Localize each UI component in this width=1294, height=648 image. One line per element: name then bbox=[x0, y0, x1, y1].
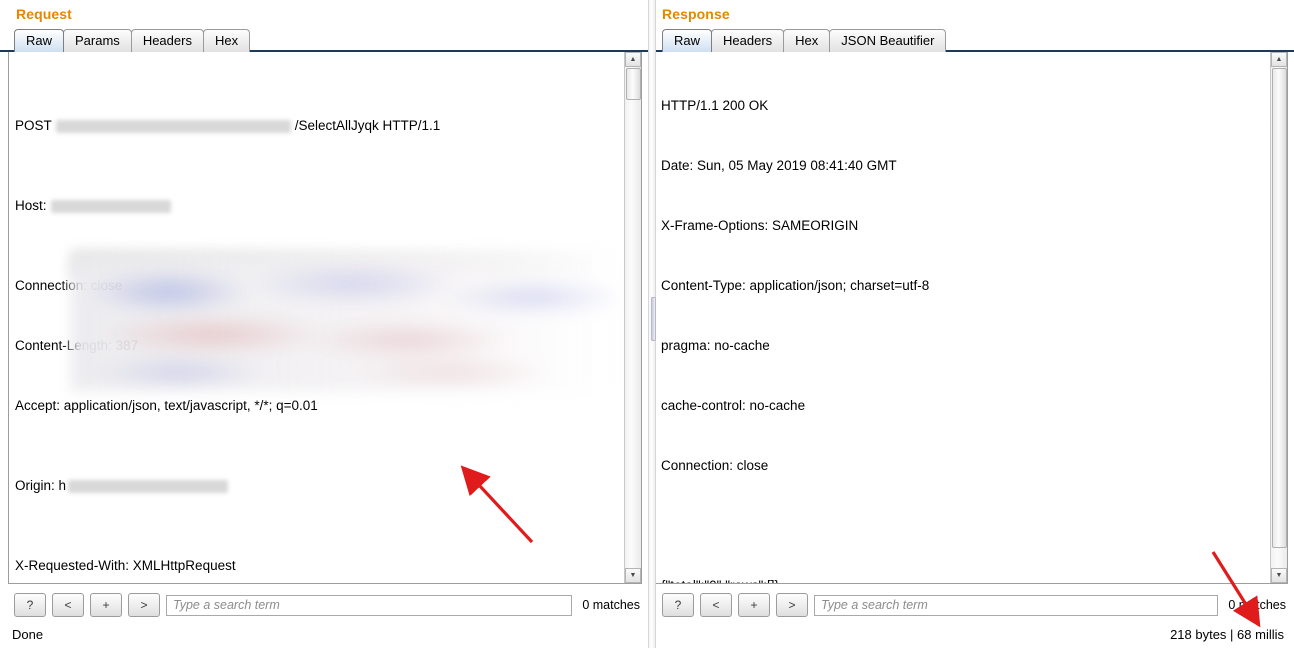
response-body-container: HTTP/1.1 200 OK Date: Sun, 05 May 2019 0… bbox=[654, 52, 1288, 584]
response-search-prev-button[interactable]: < bbox=[700, 593, 732, 617]
header-accept: Accept: application/json, text/javascrip… bbox=[15, 398, 318, 413]
response-search-next-button[interactable]: > bbox=[776, 593, 808, 617]
header-origin-key: Origin: h bbox=[15, 478, 67, 493]
header-host: Host: bbox=[15, 196, 620, 216]
redacted-url bbox=[55, 119, 291, 133]
response-status-bar: 218 bytes | 68 millis bbox=[1170, 626, 1284, 642]
tab-request-params[interactable]: Params bbox=[63, 29, 132, 52]
request-status-bar: Done bbox=[12, 626, 44, 642]
request-tabstrip: Raw Params Headers Hex bbox=[0, 25, 648, 52]
scroll-down-arrow-icon[interactable]: ▼ bbox=[625, 568, 641, 583]
redaction-blur-top bbox=[71, 250, 616, 276]
response-raw-text[interactable]: HTTP/1.1 200 OK Date: Sun, 05 May 2019 0… bbox=[655, 52, 1270, 583]
request-panel: Request Raw Params Headers Hex POST/Sele… bbox=[0, 0, 648, 648]
tab-request-hex[interactable]: Hex bbox=[202, 29, 251, 52]
panel-splitter[interactable] bbox=[648, 0, 656, 648]
header-connection: Connection: close bbox=[15, 278, 123, 293]
tab-request-raw[interactable]: Raw bbox=[14, 29, 65, 52]
scroll-thumb[interactable] bbox=[626, 68, 641, 100]
request-match-count: 0 matches bbox=[582, 598, 640, 612]
response-search-input[interactable] bbox=[814, 594, 1219, 616]
request-search-help-button[interactable]: ? bbox=[14, 593, 46, 617]
tab-response-hex[interactable]: Hex bbox=[783, 29, 831, 52]
header-content-length: Content-Length: 387 bbox=[15, 338, 139, 353]
request-search-next-button[interactable]: > bbox=[128, 593, 160, 617]
header-origin: Origin: h bbox=[15, 476, 620, 496]
response-header-cache-control: cache-control: no-cache bbox=[661, 398, 806, 413]
response-header-x-frame-options: X-Frame-Options: SAMEORIGIN bbox=[661, 218, 859, 233]
tab-response-raw[interactable]: Raw bbox=[662, 29, 713, 52]
response-search-help-button[interactable]: ? bbox=[662, 593, 694, 617]
redacted-host bbox=[50, 199, 171, 213]
response-search-add-button[interactable]: + bbox=[738, 593, 770, 617]
response-tabstrip: Raw Headers Hex JSON Beautifier bbox=[648, 25, 1294, 52]
response-scroll-thumb[interactable] bbox=[1272, 68, 1287, 548]
response-vertical-scrollbar[interactable]: ▲ ▼ bbox=[1270, 52, 1287, 583]
redacted-origin bbox=[68, 479, 229, 493]
request-body-container: POST/SelectAllJyqk HTTP/1.1 Host: Connec… bbox=[8, 52, 642, 584]
request-vertical-scrollbar[interactable]: ▲ ▼ bbox=[624, 52, 641, 583]
response-search-bar: ? < + > 0 matches bbox=[648, 590, 1294, 620]
response-panel-title: Response bbox=[662, 6, 730, 22]
response-header-content-type: Content-Type: application/json; charset=… bbox=[661, 278, 930, 293]
response-scroll-down-arrow-icon[interactable]: ▼ bbox=[1271, 568, 1287, 583]
request-raw-text[interactable]: POST/SelectAllJyqk HTTP/1.1 Host: Connec… bbox=[9, 52, 624, 583]
request-search-add-button[interactable]: + bbox=[90, 593, 122, 617]
response-panel: Response Raw Headers Hex JSON Beautifier… bbox=[648, 0, 1294, 648]
response-scroll-up-arrow-icon[interactable]: ▲ bbox=[1271, 52, 1287, 67]
response-header-date: Date: Sun, 05 May 2019 08:41:40 GMT bbox=[661, 158, 897, 173]
response-header-pragma: pragma: no-cache bbox=[661, 338, 770, 353]
response-blank-separator bbox=[661, 516, 1266, 536]
response-json-body: {"total":"0","rows":[]} bbox=[661, 576, 1266, 583]
tab-response-headers[interactable]: Headers bbox=[711, 29, 785, 52]
request-line: POST/SelectAllJyqk HTTP/1.1 bbox=[15, 116, 620, 136]
request-path: /SelectAllJyqk HTTP/1.1 bbox=[294, 118, 441, 133]
request-method: POST bbox=[15, 118, 52, 133]
splitter-grip-handle[interactable] bbox=[651, 297, 656, 341]
request-panel-title: Request bbox=[16, 6, 72, 22]
response-header-connection: Connection: close bbox=[661, 458, 769, 473]
tab-response-json-beautifier[interactable]: JSON Beautifier bbox=[829, 29, 947, 52]
scroll-up-arrow-icon[interactable]: ▲ bbox=[625, 52, 641, 67]
request-search-bar: ? < + > 0 matches bbox=[0, 590, 648, 620]
request-search-input[interactable] bbox=[166, 594, 573, 616]
response-status-line: HTTP/1.1 200 OK bbox=[661, 98, 769, 113]
header-x-requested-with: X-Requested-With: XMLHttpRequest bbox=[15, 558, 236, 573]
header-host-key: Host: bbox=[15, 198, 47, 213]
tab-request-headers[interactable]: Headers bbox=[130, 29, 204, 52]
request-search-prev-button[interactable]: < bbox=[52, 593, 84, 617]
response-match-count: 0 matches bbox=[1228, 598, 1286, 612]
burp-repeater-window: Request Raw Params Headers Hex POST/Sele… bbox=[0, 0, 1294, 648]
